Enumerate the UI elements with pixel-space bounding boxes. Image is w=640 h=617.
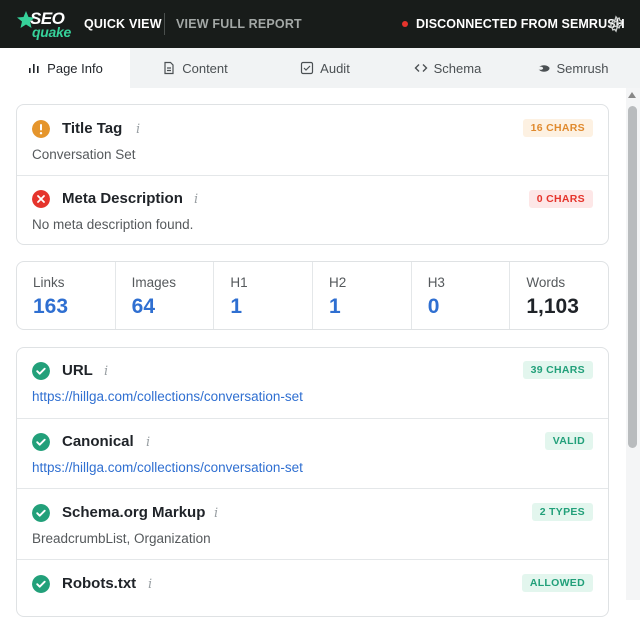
semrush-status: DISCONNECTED FROM SEMRUSH — [416, 17, 625, 31]
stat-h2[interactable]: H2 1 — [313, 262, 412, 329]
title-tag-badge: 16 CHARS — [522, 119, 593, 137]
stat-words-label: Words — [526, 275, 566, 290]
url-badge: 39 CHARS — [522, 361, 593, 379]
url-info-icon[interactable]: i — [104, 364, 108, 379]
stat-images[interactable]: Images 64 — [116, 262, 215, 329]
tab-content-label: Content — [182, 60, 228, 76]
schema-row[interactable]: Schema.org Markup i 2 TYPES BreadcrumbLi… — [17, 489, 608, 560]
stat-links-label: Links — [33, 275, 65, 290]
meta-description-info-icon[interactable]: i — [194, 192, 198, 207]
document-icon — [164, 61, 174, 75]
title-tag-row[interactable]: Title Tag i 16 CHARS Conversation Set — [17, 105, 608, 176]
url-row[interactable]: URL i 39 CHARS https://hillga.com/collec… — [17, 348, 608, 419]
checkbox-icon — [301, 61, 314, 75]
stat-h2-value: 1 — [329, 295, 341, 318]
schema-value: BreadcrumbList, Organization — [32, 531, 211, 546]
semrush-icon — [538, 65, 550, 72]
robots-row[interactable]: Robots.txt i ALLOWED — [17, 560, 608, 616]
canonical-badge: VALID — [544, 432, 593, 450]
tab-audit-label: Audit — [320, 60, 350, 76]
gear-icon[interactable] — [607, 15, 625, 33]
tab-schema[interactable]: Schema — [390, 48, 505, 88]
checks-card: URL i 39 CHARS https://hillga.com/collec… — [16, 347, 609, 617]
title-tag-value: Conversation Set — [32, 147, 136, 162]
check-circle-icon — [32, 362, 50, 380]
tab-audit[interactable]: Audit — [260, 48, 390, 88]
stat-h3-label: H3 — [427, 275, 445, 290]
meta-card: Title Tag i 16 CHARS Conversation Set Me… — [16, 104, 609, 245]
robots-label: Robots.txt — [62, 575, 137, 592]
check-circle-icon — [32, 504, 50, 522]
stat-links[interactable]: Links 163 — [17, 262, 116, 329]
stat-h2-label: H2 — [329, 275, 347, 290]
schema-badge: 2 TYPES — [531, 503, 593, 521]
tab-semrush[interactable]: Semrush — [505, 48, 640, 88]
robots-info-icon[interactable]: i — [148, 577, 152, 592]
schema-label: Schema.org Markup — [62, 504, 206, 521]
stat-links-value: 163 — [33, 295, 69, 318]
scroll-up-arrow-icon[interactable] — [628, 92, 636, 98]
meta-description-value: No meta description found. — [32, 217, 194, 232]
stat-words: Words 1,103 — [510, 262, 608, 329]
stat-images-label: Images — [131, 275, 176, 290]
stat-h1[interactable]: H1 1 — [214, 262, 314, 329]
logo-quake-text: quake — [32, 24, 71, 40]
url-label: URL — [62, 362, 93, 379]
nav-divider — [164, 13, 165, 35]
schema-info-icon[interactable]: i — [214, 506, 218, 521]
stat-h3[interactable]: H3 0 — [412, 262, 511, 329]
robots-badge: ALLOWED — [521, 574, 593, 592]
tab-page-info[interactable]: Page Info — [0, 48, 130, 88]
title-tag-info-icon[interactable]: i — [136, 122, 140, 137]
title-tag-label: Title Tag — [62, 120, 123, 137]
top-bar: SEO quake QUICK VIEW VIEW FULL REPORT DI… — [0, 0, 640, 48]
check-circle-icon — [32, 575, 50, 593]
status-dot-icon — [402, 21, 408, 27]
tab-page-info-label: Page Info — [47, 60, 103, 76]
tab-semrush-label: Semrush — [556, 60, 609, 76]
canonical-info-icon[interactable]: i — [146, 435, 150, 450]
bar-chart-icon — [29, 64, 39, 73]
nav-quick-view[interactable]: QUICK VIEW — [84, 17, 162, 31]
stats-card: Links 163 Images 64 H1 1 H2 1 H3 0 Words… — [16, 261, 609, 330]
scrollbar-thumb[interactable] — [628, 106, 637, 448]
stat-h3-value: 0 — [427, 295, 440, 318]
stat-words-value: 1,103 — [526, 295, 579, 318]
url-link[interactable]: https://hillga.com/collections/conversat… — [32, 389, 303, 404]
meta-description-label: Meta Description — [62, 190, 183, 207]
canonical-link[interactable]: https://hillga.com/collections/conversat… — [32, 460, 303, 475]
stat-h1-value: 1 — [230, 295, 243, 318]
check-circle-icon — [32, 433, 50, 451]
tab-bar: Page Info Content Audit Schema Semrush — [0, 48, 640, 88]
tab-content[interactable]: Content — [130, 48, 260, 88]
error-icon — [32, 190, 50, 208]
meta-description-row[interactable]: Meta Description i 0 CHARS No meta descr… — [17, 176, 608, 244]
code-icon — [414, 64, 428, 72]
meta-description-badge: 0 CHARS — [528, 190, 593, 208]
stat-images-value: 64 — [131, 295, 156, 318]
canonical-row[interactable]: Canonical i VALID https://hillga.com/col… — [17, 419, 608, 489]
canonical-label: Canonical — [62, 433, 134, 450]
warning-icon — [32, 120, 50, 138]
seoquake-logo[interactable]: SEO quake — [16, 8, 71, 40]
tab-schema-label: Schema — [433, 60, 482, 76]
nav-view-full-report[interactable]: VIEW FULL REPORT — [176, 17, 302, 31]
stat-h1-label: H1 — [230, 275, 248, 290]
